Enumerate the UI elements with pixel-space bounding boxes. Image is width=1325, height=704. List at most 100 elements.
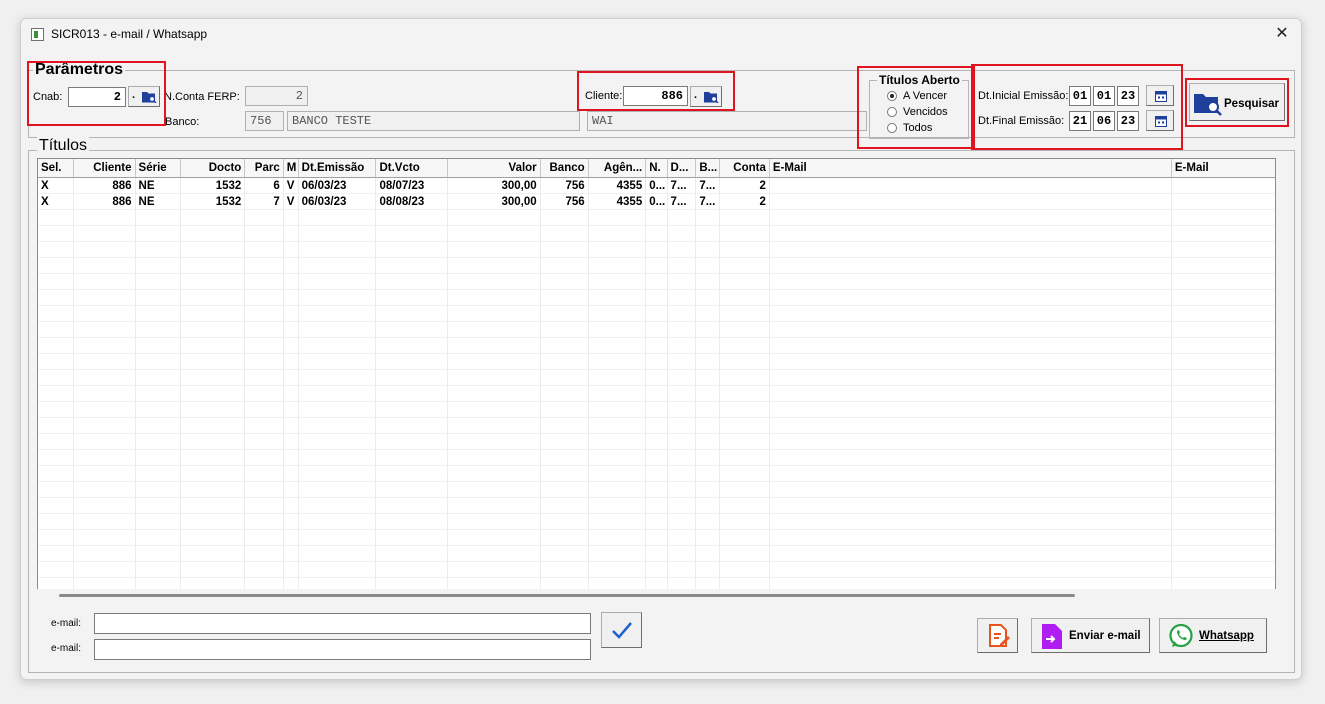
calendar-icon [1155, 116, 1167, 127]
empty-cell [38, 289, 74, 306]
empty-cell [695, 369, 720, 386]
grid-header-6[interactable]: Dt.Emissão [298, 159, 377, 178]
email-input-1[interactable] [94, 613, 591, 634]
empty-cell [244, 529, 284, 546]
grid-header-11[interactable]: N. [645, 159, 668, 178]
grid-header-5[interactable]: M [283, 159, 299, 178]
cliente-input[interactable]: 886 [623, 86, 688, 106]
empty-cell [180, 513, 246, 530]
empty-cell [769, 449, 1172, 466]
titulos-aberto-legend: Títulos Aberto [877, 73, 962, 87]
grid-header-9[interactable]: Banco [540, 159, 589, 178]
empty-cell [588, 385, 647, 402]
empty-cell [447, 417, 541, 434]
empty-cell [298, 225, 377, 242]
empty-cell [645, 545, 668, 562]
dt-inicial-calendar-button[interactable] [1146, 85, 1174, 106]
empty-cell [719, 529, 770, 546]
grid-cell: 0... [645, 177, 668, 194]
email-input-2[interactable] [94, 639, 591, 660]
empty-cell [135, 257, 182, 274]
grid-header-3[interactable]: Docto [180, 159, 246, 178]
grid-header-13[interactable]: B... [695, 159, 720, 178]
cliente-lookup-button[interactable]: . [690, 86, 722, 107]
radio-todos[interactable] [887, 123, 897, 133]
grid-cell [1171, 193, 1275, 210]
empty-row [38, 417, 1275, 434]
empty-cell [695, 273, 720, 290]
grid-cell: 7 [244, 193, 284, 210]
dt-final-month[interactable]: 06 [1093, 111, 1115, 131]
empty-cell [667, 209, 697, 226]
pesquisar-button[interactable]: Pesquisar [1189, 83, 1285, 121]
empty-cell [1171, 513, 1275, 530]
whatsapp-button[interactable]: Whatsapp [1159, 618, 1267, 653]
empty-cell [719, 449, 770, 466]
empty-cell [135, 225, 182, 242]
table-row[interactable]: X 886 NE 1532 6 V 06/03/23 08/07/23 300,00 756 435… [38, 177, 1275, 194]
empty-cell [135, 513, 182, 530]
empty-cell [375, 225, 448, 242]
empty-cell [180, 497, 246, 514]
main-window: SICR013 - e-mail / Whatsapp ✕ Parâmetros… [20, 18, 1302, 680]
titulos-legend: Títulos [37, 137, 90, 155]
grid-cell: 1532 [180, 193, 246, 210]
grid-header-16[interactable]: E-Mail [1171, 159, 1275, 178]
empty-cell [375, 337, 448, 354]
empty-cell [667, 401, 697, 418]
enviar-email-button[interactable]: Enviar e-mail [1031, 618, 1150, 653]
grid-header-7[interactable]: Dt.Vcto [375, 159, 448, 178]
cnab-lookup-button[interactable]: . [128, 86, 160, 107]
scrollbar-thumb[interactable] [59, 594, 1075, 597]
horizontal-scrollbar[interactable] [37, 589, 1276, 603]
cnab-input[interactable]: 2 [68, 87, 126, 107]
empty-cell [540, 433, 589, 450]
grid-cell: V [283, 193, 299, 210]
empty-cell [244, 497, 284, 514]
table-row[interactable]: X 886 NE 1532 7 V 06/03/23 08/08/23 300,00 756 435… [38, 193, 1275, 210]
empty-cell [298, 385, 377, 402]
grid-header-0[interactable]: Sel. [38, 159, 74, 178]
radio-a-vencer[interactable] [887, 91, 897, 101]
empty-cell [540, 321, 589, 338]
empty-cell [375, 353, 448, 370]
empty-cell [719, 385, 770, 402]
empty-cell [667, 449, 697, 466]
empty-cell [375, 305, 448, 322]
empty-cell [135, 545, 182, 562]
dt-inicial-year[interactable]: 23 [1117, 86, 1139, 106]
empty-cell [180, 385, 246, 402]
empty-cell [540, 513, 589, 530]
empty-cell [135, 241, 182, 258]
empty-cell [38, 465, 74, 482]
grid-header-10[interactable]: Agên... [588, 159, 647, 178]
confirm-button[interactable] [601, 612, 642, 648]
empty-cell [38, 337, 74, 354]
empty-cell [447, 337, 541, 354]
grid-header-12[interactable]: D... [667, 159, 697, 178]
grid-header-14[interactable]: Conta [719, 159, 770, 178]
dt-final-calendar-button[interactable] [1146, 110, 1174, 131]
grid-header-4[interactable]: Parc [244, 159, 284, 178]
empty-cell [298, 529, 377, 546]
empty-cell [135, 449, 182, 466]
grid-header-8[interactable]: Valor [447, 159, 541, 178]
empty-cell [38, 321, 74, 338]
dt-inicial-month[interactable]: 01 [1093, 86, 1115, 106]
edit-button[interactable] [977, 618, 1018, 653]
empty-cell [588, 433, 647, 450]
empty-cell [298, 417, 377, 434]
grid-cell: 4355 [588, 193, 647, 210]
grid-header-2[interactable]: Série [135, 159, 182, 178]
empty-cell [375, 369, 448, 386]
empty-cell [73, 369, 136, 386]
dt-inicial-day[interactable]: 01 [1069, 86, 1091, 106]
close-button[interactable]: ✕ [1271, 23, 1293, 45]
empty-cell [1171, 561, 1275, 578]
grid-header-1[interactable]: Cliente [73, 159, 136, 178]
radio-vencidos[interactable] [887, 107, 897, 117]
dt-final-year[interactable]: 23 [1117, 111, 1139, 131]
dt-final-day[interactable]: 21 [1069, 111, 1091, 131]
grid-header-15[interactable]: E-Mail [769, 159, 1172, 178]
empty-row [38, 465, 1275, 482]
